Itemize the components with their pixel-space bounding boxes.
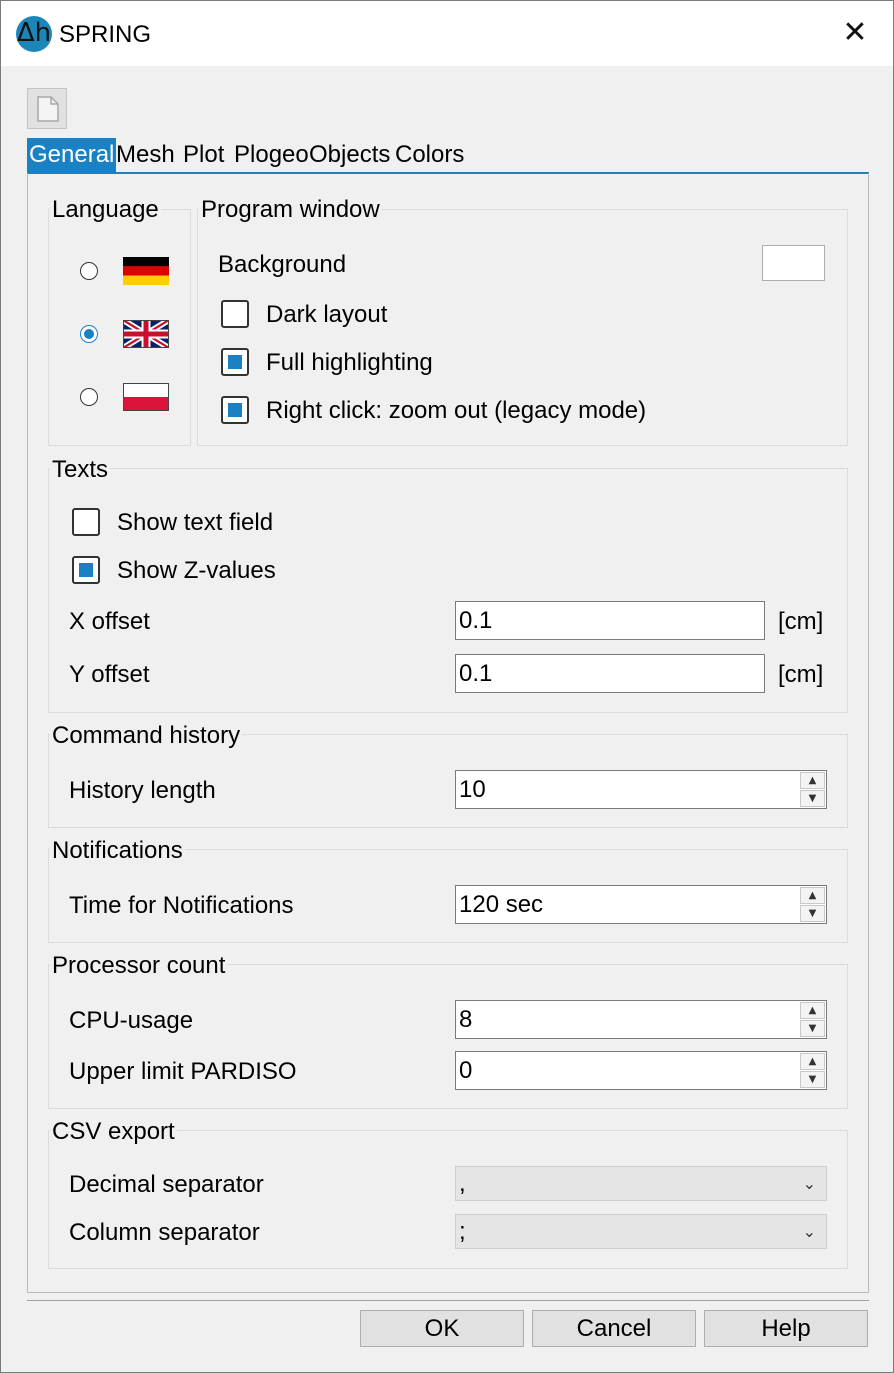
- cpu-usage-spinner[interactable]: 8 ▲ ▼: [455, 1000, 827, 1039]
- cpu-usage-label: CPU-usage: [69, 1007, 194, 1034]
- tab-mesh[interactable]: Mesh: [114, 138, 177, 172]
- dark-layout-checkbox[interactable]: [221, 300, 249, 328]
- tab-plot[interactable]: Plot: [181, 138, 226, 172]
- texts-group-title: Texts: [50, 456, 111, 484]
- show-z-values-checkbox[interactable]: [72, 556, 100, 584]
- y-offset-input[interactable]: 0.1: [455, 654, 765, 693]
- column-separator-label: Column separator: [69, 1219, 260, 1246]
- history-length-value: 10: [459, 776, 486, 803]
- spin-up-icon[interactable]: ▲: [800, 887, 825, 904]
- language-radio-english[interactable]: [80, 325, 98, 343]
- pardiso-limit-value: 0: [459, 1057, 473, 1084]
- history-length-label: History length: [69, 777, 216, 804]
- notification-time-value: 120 sec: [459, 891, 544, 918]
- pardiso-limit-spinner[interactable]: 0 ▲ ▼: [455, 1051, 827, 1090]
- notification-time-label: Time for Notifications: [69, 892, 294, 919]
- csv-export-group-title: CSV export: [50, 1118, 177, 1146]
- right-click-zoom-label: Right click: zoom out (legacy mode): [266, 397, 647, 424]
- full-highlighting-label: Full highlighting: [266, 349, 433, 376]
- language-radio-polish[interactable]: [80, 388, 98, 406]
- column-separator-value: ;: [459, 1218, 466, 1245]
- chevron-down-icon: ⌄: [802, 1174, 816, 1193]
- history-length-spinner[interactable]: 10 ▲ ▼: [455, 770, 827, 809]
- document-icon: [37, 96, 59, 122]
- window-title: SPRING: [59, 21, 152, 48]
- ok-button[interactable]: OK: [360, 1310, 524, 1347]
- program-window-group-title: Program window: [199, 196, 382, 224]
- close-icon[interactable]: ✕: [837, 15, 873, 51]
- title-bar[interactable]: Δh SPRING ✕: [1, 1, 893, 66]
- settings-dialog: Δh SPRING ✕ General Mesh Plot Plogeo Obj…: [0, 0, 894, 1373]
- notifications-group-title: Notifications: [50, 837, 185, 865]
- decimal-separator-value: ,: [459, 1170, 466, 1197]
- decimal-separator-label: Decimal separator: [69, 1171, 264, 1198]
- language-radio-german[interactable]: [80, 262, 98, 280]
- new-document-button[interactable]: [27, 88, 67, 129]
- background-color-swatch[interactable]: [762, 245, 825, 281]
- tab-bar: General Mesh Plot Plogeo Objects Colors: [27, 138, 869, 172]
- spin-down-icon[interactable]: ▼: [800, 1020, 825, 1037]
- show-text-field-label: Show text field: [117, 509, 274, 536]
- button-separator: [27, 1300, 869, 1301]
- full-highlighting-checkbox[interactable]: [221, 348, 249, 376]
- poland-flag-icon: [123, 383, 169, 411]
- spin-up-icon[interactable]: ▲: [800, 772, 825, 789]
- y-offset-label: Y offset: [69, 661, 150, 688]
- spin-down-icon[interactable]: ▼: [800, 905, 825, 922]
- x-offset-label: X offset: [69, 608, 150, 635]
- decimal-separator-select[interactable]: , ⌄: [455, 1166, 827, 1201]
- app-logo-glyph: Δh: [16, 18, 52, 48]
- background-label: Background: [218, 251, 347, 278]
- spin-up-icon[interactable]: ▲: [800, 1002, 825, 1019]
- column-separator-select[interactable]: ; ⌄: [455, 1214, 827, 1249]
- notification-time-spinner[interactable]: 120 sec ▲ ▼: [455, 885, 827, 924]
- spin-down-icon[interactable]: ▼: [800, 790, 825, 807]
- command-history-group-title: Command history: [50, 722, 243, 750]
- tab-colors[interactable]: Colors: [393, 138, 466, 172]
- y-offset-unit: [cm]: [778, 661, 824, 688]
- x-offset-unit: [cm]: [778, 608, 824, 635]
- germany-flag-icon: [123, 257, 169, 285]
- spin-up-icon[interactable]: ▲: [800, 1053, 825, 1070]
- show-z-values-label: Show Z-values: [117, 557, 276, 584]
- tab-plogeo[interactable]: Plogeo: [232, 138, 311, 172]
- processor-count-group-title: Processor count: [50, 952, 228, 980]
- pardiso-limit-label: Upper limit PARDISO: [69, 1058, 297, 1085]
- show-text-field-checkbox[interactable]: [72, 508, 100, 536]
- cpu-usage-value: 8: [459, 1006, 473, 1033]
- tab-general[interactable]: General: [27, 138, 117, 172]
- language-group: [48, 209, 191, 446]
- uk-flag-icon: [123, 320, 169, 348]
- spin-down-icon[interactable]: ▼: [800, 1071, 825, 1088]
- dark-layout-label: Dark layout: [266, 301, 388, 328]
- right-click-zoom-checkbox[interactable]: [221, 396, 249, 424]
- help-button[interactable]: Help: [704, 1310, 868, 1347]
- x-offset-input[interactable]: 0.1: [455, 601, 765, 640]
- tab-objects[interactable]: Objects: [307, 138, 392, 172]
- cancel-button[interactable]: Cancel: [532, 1310, 696, 1347]
- language-group-title: Language: [50, 196, 161, 224]
- chevron-down-icon: ⌄: [802, 1222, 816, 1241]
- app-logo-icon: Δh: [16, 16, 52, 52]
